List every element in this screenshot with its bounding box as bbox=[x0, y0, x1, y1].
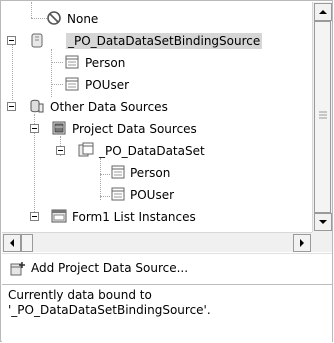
tree-item-other-data-sources[interactable]: Other Data Sources bbox=[2, 96, 312, 118]
tree-item-label: _PO_DataDataSetBindingSource bbox=[66, 33, 263, 49]
status-line: Currently data bound to bbox=[8, 288, 152, 302]
add-data-source-bar[interactable]: Add Project Data Source... bbox=[2, 253, 332, 283]
dataset-icon bbox=[78, 142, 94, 157]
tree-item-label: Project Data Sources bbox=[72, 122, 197, 136]
form-list-icon bbox=[51, 209, 67, 223]
scroll-thumb[interactable] bbox=[314, 21, 331, 213]
tree-item-label: POUser bbox=[85, 78, 130, 92]
tree-item-label: Person bbox=[130, 166, 171, 180]
tree-item-pouser[interactable]: POUser bbox=[2, 74, 312, 96]
data-source-tree[interactable]: None _PO_DataDataSetBindingSource Person bbox=[2, 2, 312, 232]
tree-item-label: Form1 List Instances bbox=[72, 210, 196, 224]
data-source-picker: None _PO_DataDataSetBindingSource Person bbox=[0, 0, 333, 342]
scroll-right-button[interactable] bbox=[293, 234, 311, 252]
table-icon bbox=[111, 165, 125, 179]
scroll-up-button[interactable] bbox=[314, 3, 332, 21]
arrow-right-icon bbox=[300, 239, 304, 247]
collapse-toggle[interactable] bbox=[56, 146, 65, 155]
tree-item-dataset-person[interactable]: Person bbox=[2, 162, 312, 184]
add-data-source-icon bbox=[10, 262, 25, 276]
binding-source-icon bbox=[31, 33, 43, 48]
tree-item-label: None bbox=[67, 12, 99, 26]
tree-item-dataset-pouser[interactable]: POUser bbox=[2, 184, 312, 206]
data-sources-icon bbox=[30, 99, 44, 113]
vertical-scrollbar[interactable] bbox=[312, 2, 332, 232]
grip-icon bbox=[319, 111, 327, 119]
horizontal-scrollbar[interactable] bbox=[2, 232, 312, 252]
table-icon bbox=[65, 77, 79, 91]
none-icon bbox=[47, 11, 61, 25]
tree-item-label: Other Data Sources bbox=[50, 100, 168, 114]
collapse-toggle[interactable] bbox=[7, 102, 16, 111]
tree-item-person[interactable]: Person bbox=[2, 52, 312, 74]
collapse-toggle[interactable] bbox=[7, 36, 16, 45]
binding-status: Currently data bound to '_PO_DataDataSet… bbox=[2, 284, 332, 342]
tree-item-binding-source[interactable]: _PO_DataDataSetBindingSource bbox=[2, 30, 312, 52]
arrow-up-icon bbox=[319, 10, 327, 14]
table-icon bbox=[111, 187, 125, 201]
scroll-thumb[interactable] bbox=[21, 234, 33, 252]
tree-item-project-data-sources[interactable]: Project Data Sources bbox=[2, 118, 312, 140]
tree-item-label: POUser bbox=[130, 188, 175, 202]
scroll-down-button[interactable] bbox=[314, 213, 332, 231]
table-icon bbox=[65, 55, 79, 69]
tree-item-label: _PO_DataDataSet bbox=[99, 144, 205, 158]
collapse-toggle[interactable] bbox=[30, 124, 39, 133]
scroll-left-button[interactable] bbox=[3, 234, 21, 252]
tree-item-form1-list-instances[interactable]: Form1 List Instances bbox=[2, 206, 312, 228]
arrow-left-icon bbox=[10, 239, 14, 247]
tree-item-none[interactable]: None bbox=[2, 8, 312, 30]
add-project-data-source-link[interactable]: Add Project Data Source... bbox=[31, 261, 188, 275]
project-data-sources-icon bbox=[52, 121, 66, 135]
arrow-down-icon bbox=[319, 220, 327, 224]
status-line: '_PO_DataDataSetBindingSource'. bbox=[8, 303, 211, 317]
scrollbar-corner bbox=[312, 232, 332, 252]
tree-item-dataset[interactable]: _PO_DataDataSet bbox=[2, 140, 312, 162]
tree-item-label: Person bbox=[85, 56, 126, 70]
collapse-toggle[interactable] bbox=[30, 212, 39, 221]
